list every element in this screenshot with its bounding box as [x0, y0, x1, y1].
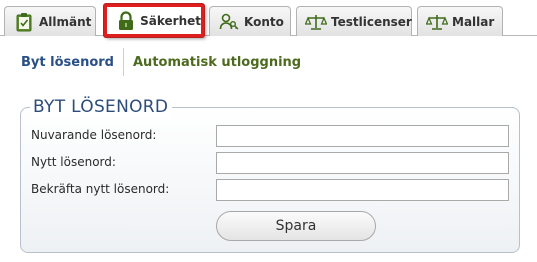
- new-password-label: Nytt lösenord:: [31, 155, 116, 169]
- change-password-link[interactable]: Byt lösenord: [21, 55, 114, 70]
- tab-label: Testlicenser: [331, 14, 412, 29]
- user-key-icon: [218, 11, 240, 33]
- lock-icon: [115, 10, 136, 32]
- settings-page: Allmänt Säkerhet Konto Testlicenser Mall…: [0, 0, 537, 262]
- tab-sakerhet[interactable]: Säkerhet: [104, 4, 204, 37]
- current-password-field[interactable]: [216, 125, 509, 147]
- new-password-field[interactable]: [216, 152, 509, 174]
- tab-label: Allmänt: [39, 14, 92, 29]
- auto-logout-link[interactable]: Automatisk utloggning: [133, 55, 301, 70]
- scale-icon: [426, 11, 448, 33]
- sub-navigation: Byt lösenord Automatisk utloggning: [0, 44, 537, 80]
- tab-label: Mallar: [452, 14, 495, 29]
- save-button[interactable]: Spara: [216, 211, 376, 241]
- tab-bar: Allmänt Säkerhet Konto Testlicenser Mall…: [0, 0, 537, 37]
- fieldset-legend: BYT LÖSENORD: [30, 97, 173, 117]
- tab-testlicenser[interactable]: Testlicenser: [296, 6, 412, 36]
- tab-label: Konto: [244, 14, 284, 29]
- tab-label: Säkerhet: [140, 13, 201, 28]
- tab-allmant[interactable]: Allmänt: [4, 6, 96, 36]
- divider: [123, 48, 124, 76]
- confirm-password-field[interactable]: [216, 179, 509, 201]
- scale-icon: [305, 11, 327, 33]
- current-password-label: Nuvarande lösenord:: [31, 128, 157, 142]
- tab-konto[interactable]: Konto: [209, 6, 291, 36]
- tab-mallar[interactable]: Mallar: [417, 6, 503, 36]
- clipboard-icon: [13, 11, 35, 33]
- confirm-password-label: Bekräfta nytt lösenord:: [31, 182, 170, 196]
